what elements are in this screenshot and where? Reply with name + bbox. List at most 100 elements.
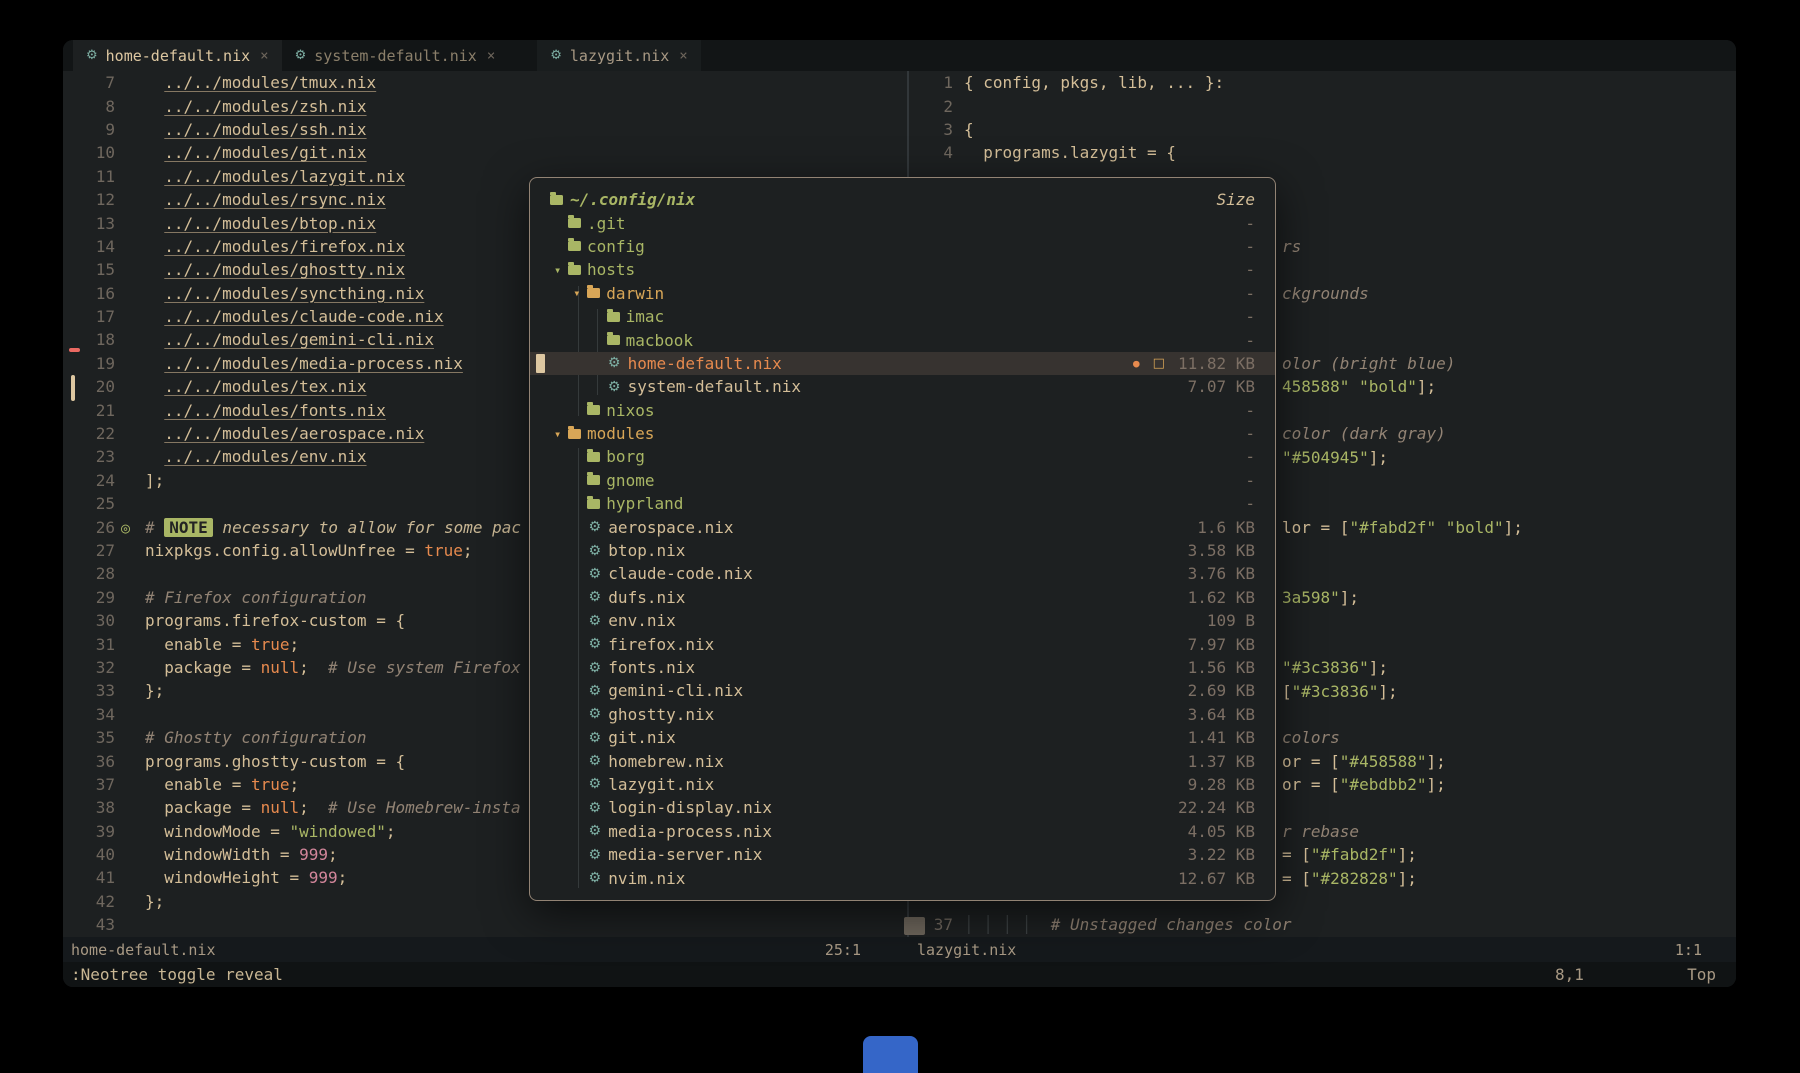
code-line[interactable]: 10 ../../modules/git.nix	[63, 141, 907, 164]
code-text: ../../modules/gemini-cli.nix	[145, 330, 434, 349]
code-segment: ../../modules/media-process.nix	[164, 354, 463, 373]
code-segment: package =	[145, 798, 261, 817]
code-segment: ../../modules/aerospace.nix	[164, 424, 424, 443]
code-segment: NOTE	[164, 518, 213, 537]
tree-item-system-default.nix[interactable]: ⚙system-default.nix7.07 KB	[530, 375, 1275, 398]
tree-item-claude-code.nix[interactable]: ⚙claude-code.nix3.76 KB	[530, 562, 1275, 585]
code-segment: │ │ │ │	[964, 915, 1051, 934]
tree-item-.git[interactable]: .git-	[530, 211, 1275, 234]
code-line[interactable]: 7 ../../modules/tmux.nix	[63, 71, 907, 94]
tree-item-firefox.nix[interactable]: ⚙firefox.nix7.97 KB	[530, 632, 1275, 655]
item-meta: -	[1185, 494, 1275, 513]
code-text: # Firefox configuration	[145, 588, 367, 607]
terminal-window: ⚙home-default.nix×⚙system-default.nix× ⚙l…	[63, 40, 1736, 987]
tree-item-ghostty.nix[interactable]: ⚙ghostty.nix3.64 KB	[530, 703, 1275, 726]
item-size: 9.28 KB	[1185, 775, 1255, 794]
code-line[interactable]: 43	[63, 913, 907, 936]
code-line[interactable]: 1{ config, pkgs, lib, ... }:	[909, 71, 1736, 94]
code-text: ../../modules/rsync.nix	[145, 190, 386, 209]
tree-item-nixos[interactable]: nixos-	[530, 399, 1275, 422]
code-segment: ../../modules/lazygit.nix	[164, 167, 405, 186]
tab-system-default.nix[interactable]: ⚙system-default.nix×	[282, 40, 509, 71]
code-line[interactable]: 2	[909, 94, 1736, 117]
code-segment: "#504945"	[1282, 448, 1369, 467]
code-segment: {	[964, 120, 974, 139]
line-number: 12	[63, 190, 115, 209]
tree-item-homebrew.nix[interactable]: ⚙homebrew.nix1.37 KB	[530, 749, 1275, 772]
item-size: 1.56 KB	[1185, 658, 1255, 677]
command-text: :Neotree toggle reveal	[63, 965, 283, 984]
code-text: │ │ │ │ # Unstagged changes color	[964, 915, 1292, 934]
tree-item-gnome[interactable]: gnome-	[530, 469, 1275, 492]
item-name: media-process.nix	[608, 822, 772, 841]
code-segment	[145, 214, 164, 233]
left-scrollbar-thumb[interactable]	[71, 375, 75, 401]
tree-item-media-process.nix[interactable]: ⚙media-process.nix4.05 KB	[530, 820, 1275, 843]
tab-home-default.nix[interactable]: ⚙home-default.nix×	[73, 40, 282, 71]
screen: ⚙home-default.nix×⚙system-default.nix× ⚙l…	[0, 0, 1800, 1073]
code-segment: ../../modules/tex.nix	[164, 377, 366, 396]
line-number: 1	[909, 73, 953, 92]
close-icon[interactable]: ×	[679, 48, 687, 64]
tree-item-media-server.nix[interactable]: ⚙media-server.nix3.22 KB	[530, 843, 1275, 866]
tree-item-borg[interactable]: borg-	[530, 445, 1275, 468]
item-meta: 7.07 KB	[1185, 377, 1275, 396]
item-name: gemini-cli.nix	[608, 681, 743, 700]
code-text: ../../modules/media-process.nix	[145, 354, 463, 373]
code-segment: ../../modules/gemini-cli.nix	[164, 330, 434, 349]
code-segment: "#fabd2f"	[1311, 845, 1398, 864]
item-name: git.nix	[608, 728, 675, 747]
code-text: {	[964, 120, 974, 139]
code-line[interactable]: 37│ │ │ │ # Unstagged changes color	[909, 913, 1736, 936]
dock-hidden-window[interactable]	[863, 1036, 918, 1073]
tree-item-lazygit.nix[interactable]: ⚙lazygit.nix9.28 KB	[530, 773, 1275, 796]
close-icon[interactable]: ×	[487, 48, 495, 64]
code-text: windowMode = "windowed";	[145, 822, 395, 841]
code-segment	[145, 284, 164, 303]
code-segment	[1436, 518, 1446, 537]
neotree-popup: ~/.config/nix Size .git-config-▾hosts-▾d…	[529, 177, 1276, 901]
tree-item-gemini-cli.nix[interactable]: ⚙gemini-cli.nix2.69 KB	[530, 679, 1275, 702]
note-sign-icon: ◎	[121, 519, 130, 537]
code-fragment: = ["#fabd2f"];	[1282, 843, 1417, 866]
tree-item-config[interactable]: config-	[530, 235, 1275, 258]
code-line[interactable]: 3{	[909, 118, 1736, 141]
code-segment	[145, 260, 164, 279]
code-segment: enable =	[145, 635, 251, 654]
code-line[interactable]: 4 programs.lazygit = {	[909, 141, 1736, 164]
item-meta: -	[1185, 214, 1275, 233]
code-line[interactable]: 9 ../../modules/ssh.nix	[63, 118, 907, 141]
close-icon[interactable]: ×	[260, 48, 268, 64]
tree-item-macbook[interactable]: macbook-	[530, 328, 1275, 351]
code-fragment: = ["#282828"];	[1282, 867, 1417, 890]
tree-item-btop.nix[interactable]: ⚙btop.nix3.58 KB	[530, 539, 1275, 562]
nix-icon: ⚙	[550, 48, 562, 63]
line-number: 40	[63, 845, 115, 864]
tree-item-login-display.nix[interactable]: ⚙login-display.nix22.24 KB	[530, 796, 1275, 819]
tree-item-nvim.nix[interactable]: ⚙nvim.nix12.67 KB	[530, 866, 1275, 889]
tree-item-env.nix[interactable]: ⚙env.nix109 B	[530, 609, 1275, 632]
code-segment: ;	[299, 798, 328, 817]
tree-item-darwin[interactable]: ▾darwin-	[530, 282, 1275, 305]
tree-item-imac[interactable]: imac-	[530, 305, 1275, 328]
tree-item-fonts.nix[interactable]: ⚙fonts.nix1.56 KB	[530, 656, 1275, 679]
item-name: macbook	[626, 331, 693, 350]
tab-lazygit.nix[interactable]: ⚙lazygit.nix×	[537, 40, 700, 71]
line-number: 38	[63, 798, 115, 817]
tree-item-modules[interactable]: ▾modules-	[530, 422, 1275, 445]
folder-icon	[587, 452, 600, 462]
right-scrollbar-thumb[interactable]	[904, 917, 925, 935]
code-line[interactable]: 8 ../../modules/zsh.nix	[63, 94, 907, 117]
item-meta: 2.69 KB	[1185, 681, 1275, 700]
tree-item-home-default.nix[interactable]: ⚙home-default.nix●□11.82 KB	[530, 352, 1275, 375]
tree-item-aerospace.nix[interactable]: ⚙aerospace.nix1.6 KB	[530, 515, 1275, 538]
nix-file-icon: ⚙	[587, 543, 602, 559]
tree-item-git.nix[interactable]: ⚙git.nix1.41 KB	[530, 726, 1275, 749]
tree-item-hosts[interactable]: ▾hosts-	[530, 258, 1275, 281]
code-text: ../../modules/git.nix	[145, 143, 367, 162]
tree-item-hyprland[interactable]: hyprland-	[530, 492, 1275, 515]
code-segment	[145, 120, 164, 139]
code-segment: ];	[1398, 869, 1417, 888]
tree-item-dufs.nix[interactable]: ⚙dufs.nix1.62 KB	[530, 586, 1275, 609]
code-segment: 999	[299, 845, 328, 864]
